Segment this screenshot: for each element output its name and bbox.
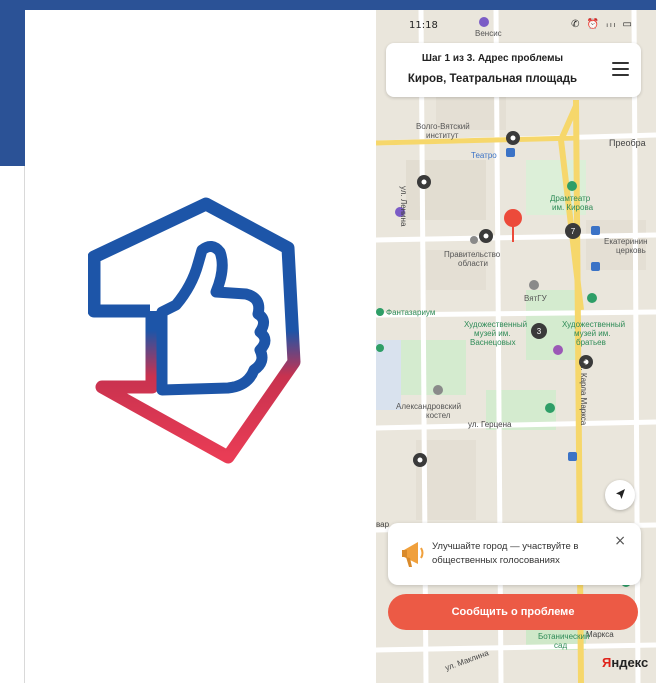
navigation-arrow-icon: [616, 489, 625, 499]
close-icon[interactable]: ×: [614, 534, 626, 548]
hamburger-menu-icon[interactable]: [612, 62, 629, 76]
map-label: вар: [376, 520, 390, 529]
map-label: церковь: [616, 246, 646, 255]
map-label: Драмтеатр: [550, 194, 591, 203]
slide-divider: [24, 166, 25, 683]
address-title: Киров, Театральная площадь: [407, 73, 578, 85]
map-label: Маркса: [586, 630, 614, 639]
locate-me-button[interactable]: [605, 480, 635, 510]
voting-banner[interactable]: Улучшайте город — участвуйте в обществен…: [388, 523, 641, 585]
map-label: Волго-Вятский: [416, 122, 470, 131]
map-label: ул. Карла Маркса: [579, 360, 588, 426]
step-indicator: Шаг 1 из 3. Адрес проблемы: [421, 53, 564, 64]
megaphone-icon: [402, 542, 424, 567]
map-label: музей им.: [474, 329, 511, 338]
map-label: музей им.: [574, 329, 611, 338]
map-label: Екатеринин: [604, 237, 648, 246]
report-problem-button[interactable]: Сообщить о проблеме: [388, 594, 638, 630]
status-icons: ✆ ⏰ ᵢₗₗ ▭: [571, 19, 634, 30]
status-bar: 11:18 ✆ ⏰ ᵢₗₗ ▭: [376, 10, 656, 38]
map-label: им. Кирова: [552, 203, 594, 212]
cluster-count: 7: [571, 227, 576, 236]
status-time: 11:18: [409, 20, 438, 31]
map-label: Ботанический: [538, 632, 590, 641]
banner-text: Улучшайте город — участвуйте в обществен…: [432, 541, 579, 566]
map-label: братьев: [576, 338, 606, 347]
map-label: ул. Герцена: [468, 420, 512, 429]
thumbs-up-logo-icon: [88, 197, 301, 464]
slide-left-band: [0, 0, 25, 166]
map-label: институт: [426, 131, 459, 140]
map-label: Фантазариум: [386, 308, 436, 317]
phone-screen: 7 3 Венсис Волго-Вятский институт Театро…: [376, 10, 656, 683]
yandex-logo: Яндекс: [602, 655, 649, 670]
map-label: костел: [426, 411, 451, 420]
map-label: Художественный: [562, 320, 626, 329]
map-label: ВятГУ: [524, 294, 547, 303]
slide-top-band: [0, 0, 656, 10]
map-label: Преобра: [609, 138, 646, 148]
map-label: ул. Ленина: [399, 186, 408, 227]
header-card: Шаг 1 из 3. Адрес проблемы Киров, Театра…: [386, 43, 641, 97]
map-label: Александровский: [396, 402, 462, 411]
map-label: сад: [554, 641, 568, 650]
map-label: области: [458, 259, 488, 268]
map-label: Васнецовых: [470, 338, 516, 347]
map-label: Театро: [471, 151, 497, 160]
map-label: Правительство: [444, 250, 501, 259]
map-label: Художественный: [464, 320, 528, 329]
cluster-count: 3: [537, 327, 542, 336]
